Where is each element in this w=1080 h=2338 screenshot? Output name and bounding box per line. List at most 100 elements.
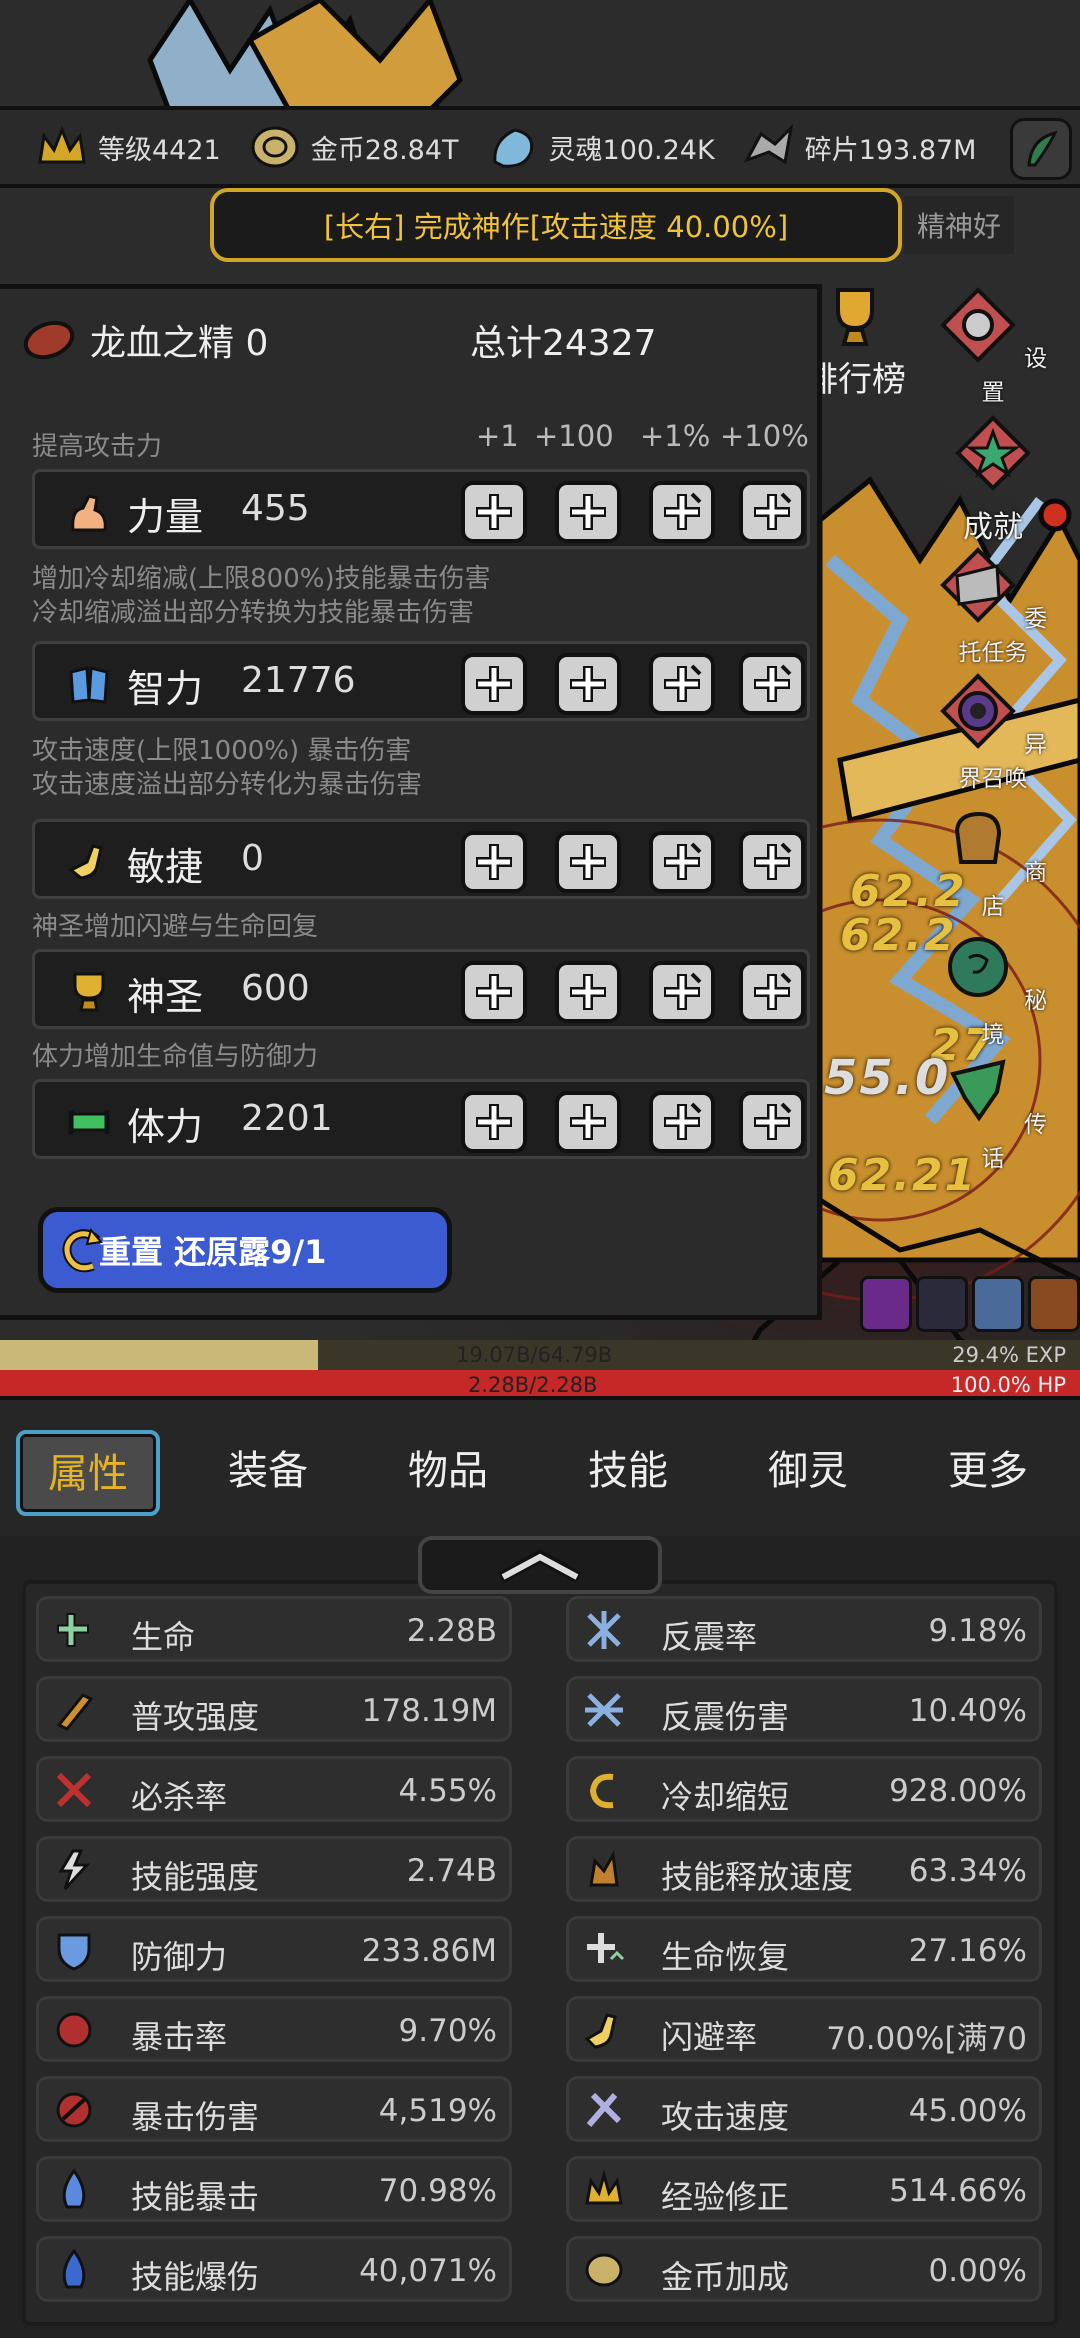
plus-1-button[interactable] [461, 653, 527, 715]
stat-cell: 暴击率 9.70% [36, 1996, 512, 2062]
plus-1-button[interactable] [461, 1091, 527, 1153]
plus-1-percent-button[interactable] [649, 653, 715, 715]
reset-icon [62, 1227, 103, 1273]
stat-value: 178.19M [361, 1693, 497, 1729]
damage-number: 55.0 [824, 1050, 951, 1106]
stat-cell: 技能暴击 70.98% [36, 2156, 512, 2222]
attribute-name: 力量 [127, 495, 204, 539]
plus-10-percent-button[interactable] [739, 653, 805, 715]
stat-value: 514.66% [889, 2173, 1027, 2209]
plus-1-button[interactable] [461, 831, 527, 893]
crit-damage-icon [56, 2092, 92, 2128]
main-tabs: 属性 装备 物品 技能 御灵 更多 [0, 1396, 1080, 1536]
plus-10-percent-button[interactable] [739, 481, 805, 543]
plus-1-percent-button[interactable] [649, 1091, 715, 1153]
summon-button[interactable]: 异界召唤 [938, 672, 1048, 793]
shop-button[interactable]: 商店 [938, 800, 1048, 921]
stat-name: 普攻强度 [131, 1698, 260, 1736]
stat-cell: 暴击伤害 4,519% [36, 2076, 512, 2142]
plus-100-button[interactable] [555, 1091, 621, 1153]
stat-name: 暴击伤害 [131, 2098, 260, 2136]
achievement-button[interactable]: 成就 [938, 414, 1048, 546]
stat-cell: 攻击速度 45.00% [566, 2076, 1042, 2142]
exp-bar-fill [0, 1340, 318, 1370]
stat-cell: 技能释放速度 63.34% [566, 1836, 1042, 1902]
regen-icon [587, 1933, 625, 1963]
settings-icon [940, 287, 1016, 363]
soul-icon [492, 128, 533, 168]
plus-1-percent-button[interactable] [649, 481, 715, 543]
stat-cell: 生命 2.28B [36, 1596, 512, 1662]
stat-cell: 反震率 9.18% [566, 1596, 1042, 1662]
plus-100-button[interactable] [555, 961, 621, 1023]
skill-slot[interactable] [1028, 1276, 1080, 1332]
plus-icon [476, 844, 512, 880]
column-header: +1% [640, 419, 711, 453]
plus-100-button[interactable] [555, 831, 621, 893]
tab-skills[interactable]: 技能 [568, 1438, 688, 1496]
attribute-value: 600 [241, 968, 310, 1009]
cooldown-icon [589, 1773, 614, 1809]
skill-slot[interactable] [916, 1276, 968, 1332]
plus-icon [570, 1104, 606, 1140]
plus-1-button[interactable] [461, 961, 527, 1023]
skill-crit-icon [62, 2169, 86, 2209]
plus-icon [476, 494, 512, 530]
plus-icon [476, 974, 512, 1010]
stat-name: 技能暴击 [131, 2178, 260, 2216]
commission-button[interactable]: 委托任务 [938, 546, 1048, 667]
essence-header: 龙血之精 0 [20, 309, 268, 371]
attribute-value: 21776 [241, 660, 356, 701]
stat-name: 必杀率 [131, 1778, 228, 1816]
shard-icon [743, 123, 794, 165]
attribute-row-strength: 力量 455 [32, 469, 810, 549]
stat-value: 45.00% [908, 2093, 1027, 2129]
dodge-icon [584, 2013, 617, 2049]
task-banner[interactable]: [长右] 完成神作[攻击速度 40.00%] [210, 188, 902, 262]
plus-percent-icon [664, 842, 702, 880]
speed-toggle-button[interactable] [1010, 118, 1072, 180]
plus-100-button[interactable] [555, 653, 621, 715]
plus-1-percent-button[interactable] [649, 961, 715, 1023]
tab-more[interactable]: 更多 [928, 1438, 1048, 1496]
skill-slot[interactable] [860, 1276, 912, 1332]
plus-10-percent-button[interactable] [739, 831, 805, 893]
trophy-icon [836, 288, 874, 346]
plus-icon [570, 666, 606, 702]
stat-value: 9.70% [398, 2013, 497, 2049]
stat-value: 70.00%[满70 [826, 2021, 1027, 2057]
commission-icon [940, 547, 1016, 623]
secret-realm-icon [947, 937, 1008, 997]
tab-equipment[interactable]: 装备 [208, 1438, 328, 1496]
stats-panel: 生命 2.28B 普攻强度 178.19M 必杀率 4.55% 技能强度 2.74B 防御力 23… [22, 1580, 1058, 2326]
summon-icon [940, 673, 1016, 749]
skill-burst-icon [62, 2249, 86, 2289]
attribute-description: 神圣增加闪避与生命回复 [32, 912, 319, 942]
exp-bar: 19.07B/64.79B 29.4% EXP [0, 1340, 1080, 1370]
stat-cell: 经验修正 514.66% [566, 2156, 1042, 2222]
stat-name: 闪避率 [661, 2018, 758, 2056]
stat-cell: 技能爆伤 40,071% [36, 2236, 512, 2302]
plus-percent-icon [664, 492, 702, 530]
hp-bar-percent: 100.0% HP [950, 1373, 1066, 1397]
attack-power-icon [56, 1693, 94, 1731]
settings-button[interactable]: 设置 [938, 286, 1048, 407]
attack-speed-icon [586, 2092, 622, 2127]
reset-label: 重置 还原露9/1 [99, 1233, 327, 1271]
plus-icon [476, 666, 512, 702]
tab-spirits[interactable]: 御灵 [748, 1438, 868, 1496]
reset-button[interactable]: 重置 还原露9/1 [38, 1207, 452, 1293]
stat-value: 2.28B [406, 1613, 497, 1649]
plus-1-button[interactable] [461, 481, 527, 543]
collapse-button[interactable] [418, 1536, 662, 1594]
tab-items[interactable]: 物品 [388, 1438, 508, 1496]
hp-bar-text: 2.28B/2.28B [468, 1373, 598, 1397]
tab-attributes[interactable]: 属性 [16, 1430, 160, 1516]
legend-button[interactable]: 传话 [938, 1052, 1048, 1173]
plus-100-button[interactable] [555, 481, 621, 543]
plus-10-percent-button[interactable] [739, 1091, 805, 1153]
plus-1-percent-button[interactable] [649, 831, 715, 893]
plus-10-percent-button[interactable] [739, 961, 805, 1023]
secret-realm-button[interactable]: 秘境 [938, 928, 1048, 1049]
skill-slot[interactable] [972, 1276, 1024, 1332]
